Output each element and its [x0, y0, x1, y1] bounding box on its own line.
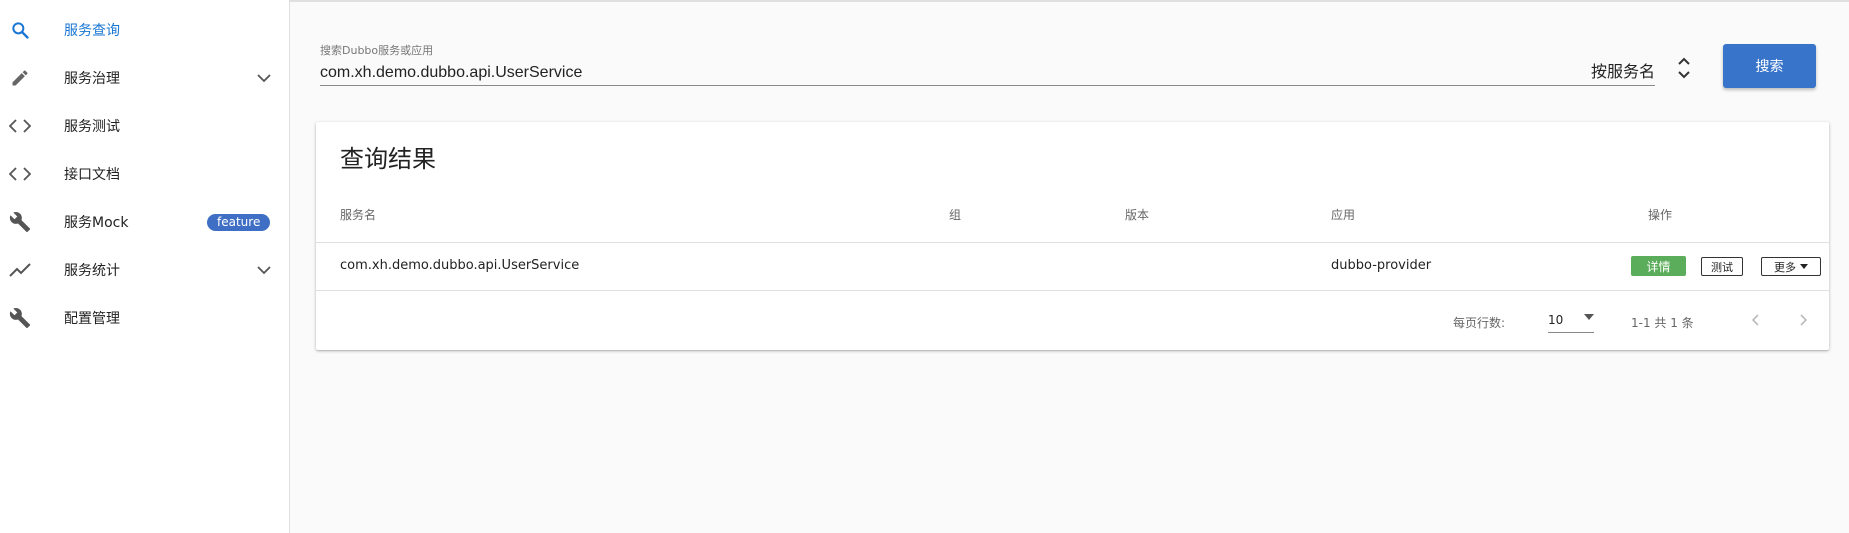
- chevron-right-icon: [1800, 314, 1808, 326]
- sidebar-item-service-stats[interactable]: 服务统计: [0, 246, 290, 294]
- wrench-icon: [8, 210, 32, 234]
- pagination-range: 1-1 共 1 条: [1631, 316, 1694, 330]
- code-icon: [8, 114, 32, 138]
- sidebar-item-label: 服务治理: [64, 71, 120, 87]
- wrench-icon: [8, 306, 32, 330]
- next-page-button[interactable]: [1792, 308, 1816, 332]
- search-mode-select[interactable]: 按服务名: [1591, 58, 1655, 82]
- pencil-icon: [8, 66, 32, 90]
- unfold-icon[interactable]: [1675, 55, 1693, 81]
- sidebar: 服务查询 服务治理 服务测试 接口文档 服务Mock feature 服务统计: [0, 0, 290, 533]
- caret-down-icon: [1800, 264, 1808, 269]
- search-icon: [8, 18, 32, 42]
- code-icon: [8, 162, 32, 186]
- results-card: 查询结果 服务名 组 版本 应用 操作 com.xh.demo.dubbo.ap…: [316, 122, 1829, 350]
- rows-per-page-label: 每页行数:: [1453, 316, 1506, 330]
- divider: [316, 290, 1829, 291]
- column-header-actions: 操作: [1648, 208, 1673, 222]
- sidebar-item-config-management[interactable]: 配置管理: [0, 294, 290, 342]
- cell-app: dubbo-provider: [1331, 258, 1432, 273]
- cell-service-name: com.xh.demo.dubbo.api.UserService: [340, 258, 580, 273]
- search-button[interactable]: 搜索: [1723, 44, 1816, 88]
- sidebar-item-api-docs[interactable]: 接口文档: [0, 150, 290, 198]
- prev-page-button[interactable]: [1743, 308, 1767, 332]
- sidebar-item-service-test[interactable]: 服务测试: [0, 102, 290, 150]
- column-header-service[interactable]: 服务名: [340, 206, 376, 223]
- rows-per-page-select[interactable]: 10: [1548, 308, 1594, 333]
- column-header-group[interactable]: 组: [949, 206, 961, 223]
- sidebar-item-service-governance[interactable]: 服务治理: [0, 54, 290, 102]
- sidebar-item-label: 服务Mock: [64, 215, 129, 231]
- search-input[interactable]: [320, 60, 1655, 86]
- chevron-down-icon[interactable]: [252, 258, 276, 282]
- caret-down-icon: [1584, 314, 1594, 320]
- column-header-version[interactable]: 版本: [1125, 206, 1149, 223]
- more-dropdown-button[interactable]: 更多: [1761, 257, 1821, 276]
- feature-badge: feature: [207, 213, 271, 231]
- sidebar-item-label: 服务测试: [64, 119, 120, 135]
- detail-button[interactable]: 详情: [1631, 256, 1686, 276]
- trending-icon: [8, 258, 32, 282]
- sidebar-item-label: 服务查询: [64, 23, 120, 39]
- sidebar-item-label: 配置管理: [64, 311, 120, 327]
- more-label: 更多: [1774, 260, 1796, 274]
- search-field-label: 搜索Dubbo服务或应用: [320, 44, 434, 57]
- sidebar-item-service-mock[interactable]: 服务Mock feature: [0, 198, 290, 246]
- chevron-left-icon: [1751, 314, 1759, 326]
- sidebar-item-service-query[interactable]: 服务查询: [0, 6, 290, 54]
- sidebar-item-label: 接口文档: [64, 167, 120, 183]
- results-title: 查询结果: [340, 145, 436, 173]
- column-header-app[interactable]: 应用: [1331, 206, 1355, 223]
- divider: [316, 242, 1829, 243]
- test-button[interactable]: 测试: [1701, 257, 1743, 276]
- sidebar-item-label: 服务统计: [64, 263, 120, 279]
- chevron-down-icon[interactable]: [252, 66, 276, 90]
- rows-per-page-value: 10: [1548, 313, 1564, 327]
